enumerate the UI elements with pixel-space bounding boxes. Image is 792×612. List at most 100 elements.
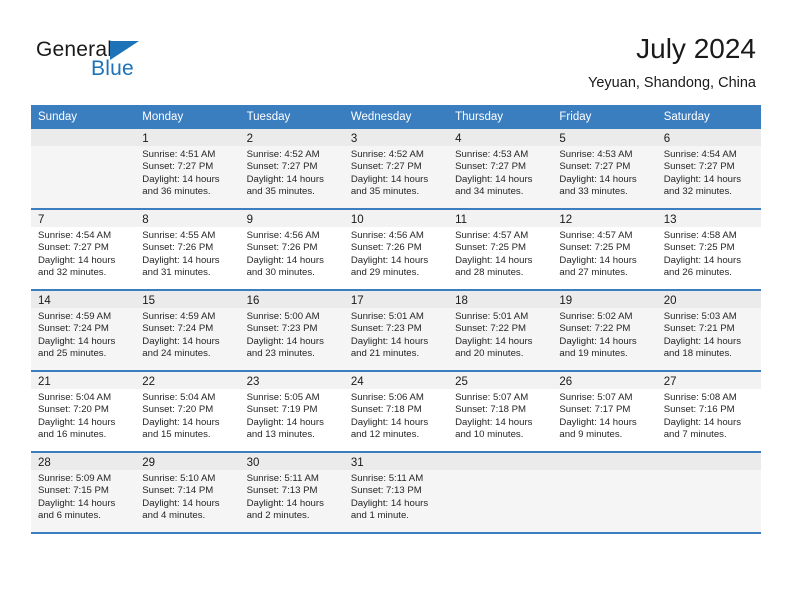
daylight-text-line1: Daylight: 14 hours	[246, 335, 324, 347]
daylight-text-line1: Daylight: 14 hours	[559, 335, 637, 347]
daylight-text-line2: and 27 minutes.	[559, 267, 628, 279]
daylight-text-line1: Daylight: 14 hours	[142, 254, 220, 266]
calendar-day-cell[interactable]: 15 Sunrise: 4:59 AM Sunset: 7:24 PM Dayligh…	[135, 290, 240, 372]
sunrise-text: Sunrise: 5:07 AM	[559, 392, 633, 403]
sunrise-text: Sunrise: 5:07 AM	[455, 392, 529, 403]
sunrise-text: Sunrise: 5:05 AM	[246, 392, 320, 403]
calendar-day-cell[interactable]: 29 Sunrise: 5:10 AM Sunset: 7:14 PM Dayligh…	[135, 452, 240, 534]
sunset-text: Sunset: 7:23 PM	[350, 323, 422, 335]
calendar-day-cell[interactable]: 17 Sunrise: 5:01 AM Sunset: 7:23 PM Dayligh…	[343, 290, 449, 372]
calendar-day-cell[interactable]: 7 Sunrise: 4:54 AM Sunset: 7:27 PM Daylight…	[31, 209, 136, 291]
logo-text-blue: Blue	[91, 57, 134, 80]
calendar-day-cell[interactable]: 31 Sunrise: 5:11 AM Sunset: 7:13 PM Dayligh…	[343, 452, 449, 534]
sunrise-text: Sunrise: 5:11 AM	[246, 473, 319, 484]
sunset-text: Sunset: 7:22 PM	[559, 323, 631, 335]
calendar-day-cell[interactable]: 9 Sunrise: 4:56 AM Sunset: 7:26 PM Daylight…	[239, 209, 344, 291]
sunrise-text: Sunrise: 4:56 AM	[246, 230, 320, 241]
calendar-day-cell[interactable]: 3 Sunrise: 4:52 AM Sunset: 7:27 PM Daylight…	[343, 129, 449, 210]
calendar-week-row: 21 Sunrise: 5:04 AM Sunset: 7:20 PM Dayligh…	[31, 371, 761, 453]
daylight-text-line1: Daylight: 14 hours	[142, 173, 220, 185]
calendar-day-cell[interactable]: 26 Sunrise: 5:07 AM Sunset: 7:17 PM Dayligh…	[552, 371, 657, 453]
calendar-header-row: Sunday Monday Tuesday Wednesday Thursday…	[31, 105, 761, 129]
daylight-text-line2: and 36 minutes.	[142, 186, 211, 198]
calendar-day-cell[interactable]: 21 Sunrise: 5:04 AM Sunset: 7:20 PM Dayligh…	[31, 371, 136, 453]
daylight-text-line2: and 29 minutes.	[350, 267, 420, 279]
day-number: 10	[350, 214, 364, 226]
sunset-text: Sunset: 7:14 PM	[142, 485, 214, 497]
calendar-day-cell[interactable]: 5 Sunrise: 4:53 AM Sunset: 7:27 PM Daylight…	[552, 129, 657, 210]
day-number: 7	[38, 214, 45, 226]
calendar-week-row: 14 Sunrise: 4:59 AM Sunset: 7:24 PM Dayligh…	[31, 290, 761, 372]
calendar-day-cell[interactable]: 27 Sunrise: 5:08 AM Sunset: 7:16 PM Dayligh…	[656, 371, 761, 453]
daylight-text-line2: and 35 minutes.	[350, 186, 420, 198]
sunset-text: Sunset: 7:21 PM	[663, 323, 735, 335]
calendar-day-cell[interactable]: 13 Sunrise: 4:58 AM Sunset: 7:25 PM Dayligh…	[656, 209, 761, 291]
daylight-text-line2: and 10 minutes.	[455, 429, 524, 441]
daylight-text-line2: and 28 minutes.	[455, 267, 524, 279]
calendar-day-cell[interactable]: 11 Sunrise: 4:57 AM Sunset: 7:25 PM Dayligh…	[448, 209, 553, 291]
calendar-day-cell[interactable]: 23 Sunrise: 5:05 AM Sunset: 7:19 PM Dayligh…	[239, 371, 344, 453]
calendar-day-cell[interactable]: 28 Sunrise: 5:09 AM Sunset: 7:15 PM Dayligh…	[31, 452, 136, 534]
sunrise-text: Sunrise: 4:54 AM	[663, 149, 737, 160]
sunrise-text: Sunrise: 5:01 AM	[350, 311, 424, 322]
calendar-day-cell[interactable]: 20 Sunrise: 5:03 AM Sunset: 7:21 PM Dayligh…	[656, 290, 761, 372]
day-number: 8	[142, 214, 149, 226]
sunset-text: Sunset: 7:27 PM	[38, 242, 109, 254]
sunset-text: Sunset: 7:26 PM	[350, 242, 422, 254]
calendar-day-cell[interactable]: 30 Sunrise: 5:11 AM Sunset: 7:13 PM Dayligh…	[239, 452, 344, 534]
daylight-text-line2: and 32 minutes.	[663, 186, 732, 198]
page-title: July 2024	[636, 33, 756, 64]
day-number: 13	[663, 214, 677, 226]
daylight-text-line1: Daylight: 14 hours	[559, 416, 637, 428]
daylight-text-line1: Daylight: 14 hours	[455, 254, 533, 266]
calendar-page: General Blue July 2024 Yeyuan, Shandong,…	[0, 0, 792, 612]
sunrise-text: Sunrise: 4:57 AM	[559, 230, 633, 241]
calendar-table: Sunday Monday Tuesday Wednesday Thursday…	[31, 105, 761, 534]
daylight-text-line2: and 24 minutes.	[142, 348, 211, 360]
day-number: 9	[246, 214, 253, 226]
daylight-text-line2: and 9 minutes.	[559, 429, 623, 441]
calendar-day-cell[interactable]: 6 Sunrise: 4:54 AM Sunset: 7:27 PM Daylight…	[656, 129, 761, 210]
day-number: 31	[350, 457, 364, 469]
calendar-cell-empty	[656, 452, 761, 534]
day-number: 5	[559, 133, 566, 145]
calendar-day-cell[interactable]: 25 Sunrise: 5:07 AM Sunset: 7:18 PM Dayligh…	[448, 371, 553, 453]
day-number: 4	[455, 133, 462, 145]
daylight-text-line1: Daylight: 14 hours	[350, 254, 429, 266]
calendar-day-cell[interactable]: 18 Sunrise: 5:01 AM Sunset: 7:22 PM Dayligh…	[448, 290, 553, 372]
sunrise-text: Sunrise: 5:04 AM	[38, 392, 112, 403]
weekday-header-saturday: Saturday	[656, 105, 761, 129]
sunrise-text: Sunrise: 4:57 AM	[455, 230, 529, 241]
daylight-text-line2: and 7 minutes.	[663, 429, 727, 441]
day-number: 15	[142, 295, 156, 307]
calendar-day-cell[interactable]: 22 Sunrise: 5:04 AM Sunset: 7:20 PM Dayligh…	[135, 371, 240, 453]
daylight-text-line2: and 25 minutes.	[38, 348, 107, 360]
calendar-day-cell[interactable]: 19 Sunrise: 5:02 AM Sunset: 7:22 PM Dayligh…	[552, 290, 657, 372]
daylight-text-line2: and 32 minutes.	[38, 267, 107, 279]
daylight-text-line1: Daylight: 14 hours	[455, 416, 533, 428]
day-number: 3	[350, 133, 358, 145]
general-blue-logo[interactable]: General Blue	[36, 38, 276, 88]
calendar-day-cell[interactable]: 8 Sunrise: 4:55 AM Sunset: 7:26 PM Daylight…	[135, 209, 240, 291]
sunset-text: Sunset: 7:27 PM	[350, 161, 422, 173]
day-number: 27	[663, 376, 677, 388]
day-number: 1	[142, 133, 149, 145]
day-number: 30	[246, 457, 260, 469]
calendar-day-cell[interactable]: 14 Sunrise: 4:59 AM Sunset: 7:24 PM Dayligh…	[31, 290, 136, 372]
calendar-day-cell[interactable]: 2 Sunrise: 4:52 AM Sunset: 7:27 PM Daylight…	[239, 129, 344, 210]
calendar-day-cell[interactable]: 16 Sunrise: 5:00 AM Sunset: 7:23 PM Dayligh…	[239, 290, 344, 372]
calendar-day-cell[interactable]: 4 Sunrise: 4:53 AM Sunset: 7:27 PM Daylight…	[448, 129, 553, 210]
calendar-day-cell[interactable]: 10 Sunrise: 4:56 AM Sunset: 7:26 PM Dayligh…	[343, 209, 449, 291]
day-number: 22	[142, 376, 156, 388]
day-number: 2	[246, 133, 253, 145]
calendar-day-cell[interactable]: 1 Sunrise: 4:51 AM Sunset: 7:27 PM Daylight…	[135, 129, 240, 210]
day-number: 23	[246, 376, 260, 388]
sunrise-text: Sunrise: 4:52 AM	[246, 149, 320, 160]
day-number: 17	[350, 295, 364, 307]
sunset-text: Sunset: 7:18 PM	[455, 404, 527, 416]
calendar-day-cell[interactable]: 24 Sunrise: 5:06 AM Sunset: 7:18 PM Dayligh…	[343, 371, 449, 453]
daylight-text-line1: Daylight: 14 hours	[455, 173, 533, 185]
calendar-day-cell[interactable]: 12 Sunrise: 4:57 AM Sunset: 7:25 PM Dayligh…	[552, 209, 657, 291]
daylight-text-line2: and 23 minutes.	[246, 348, 315, 360]
page-header: General Blue July 2024 Yeyuan, Shandong,…	[0, 0, 792, 104]
